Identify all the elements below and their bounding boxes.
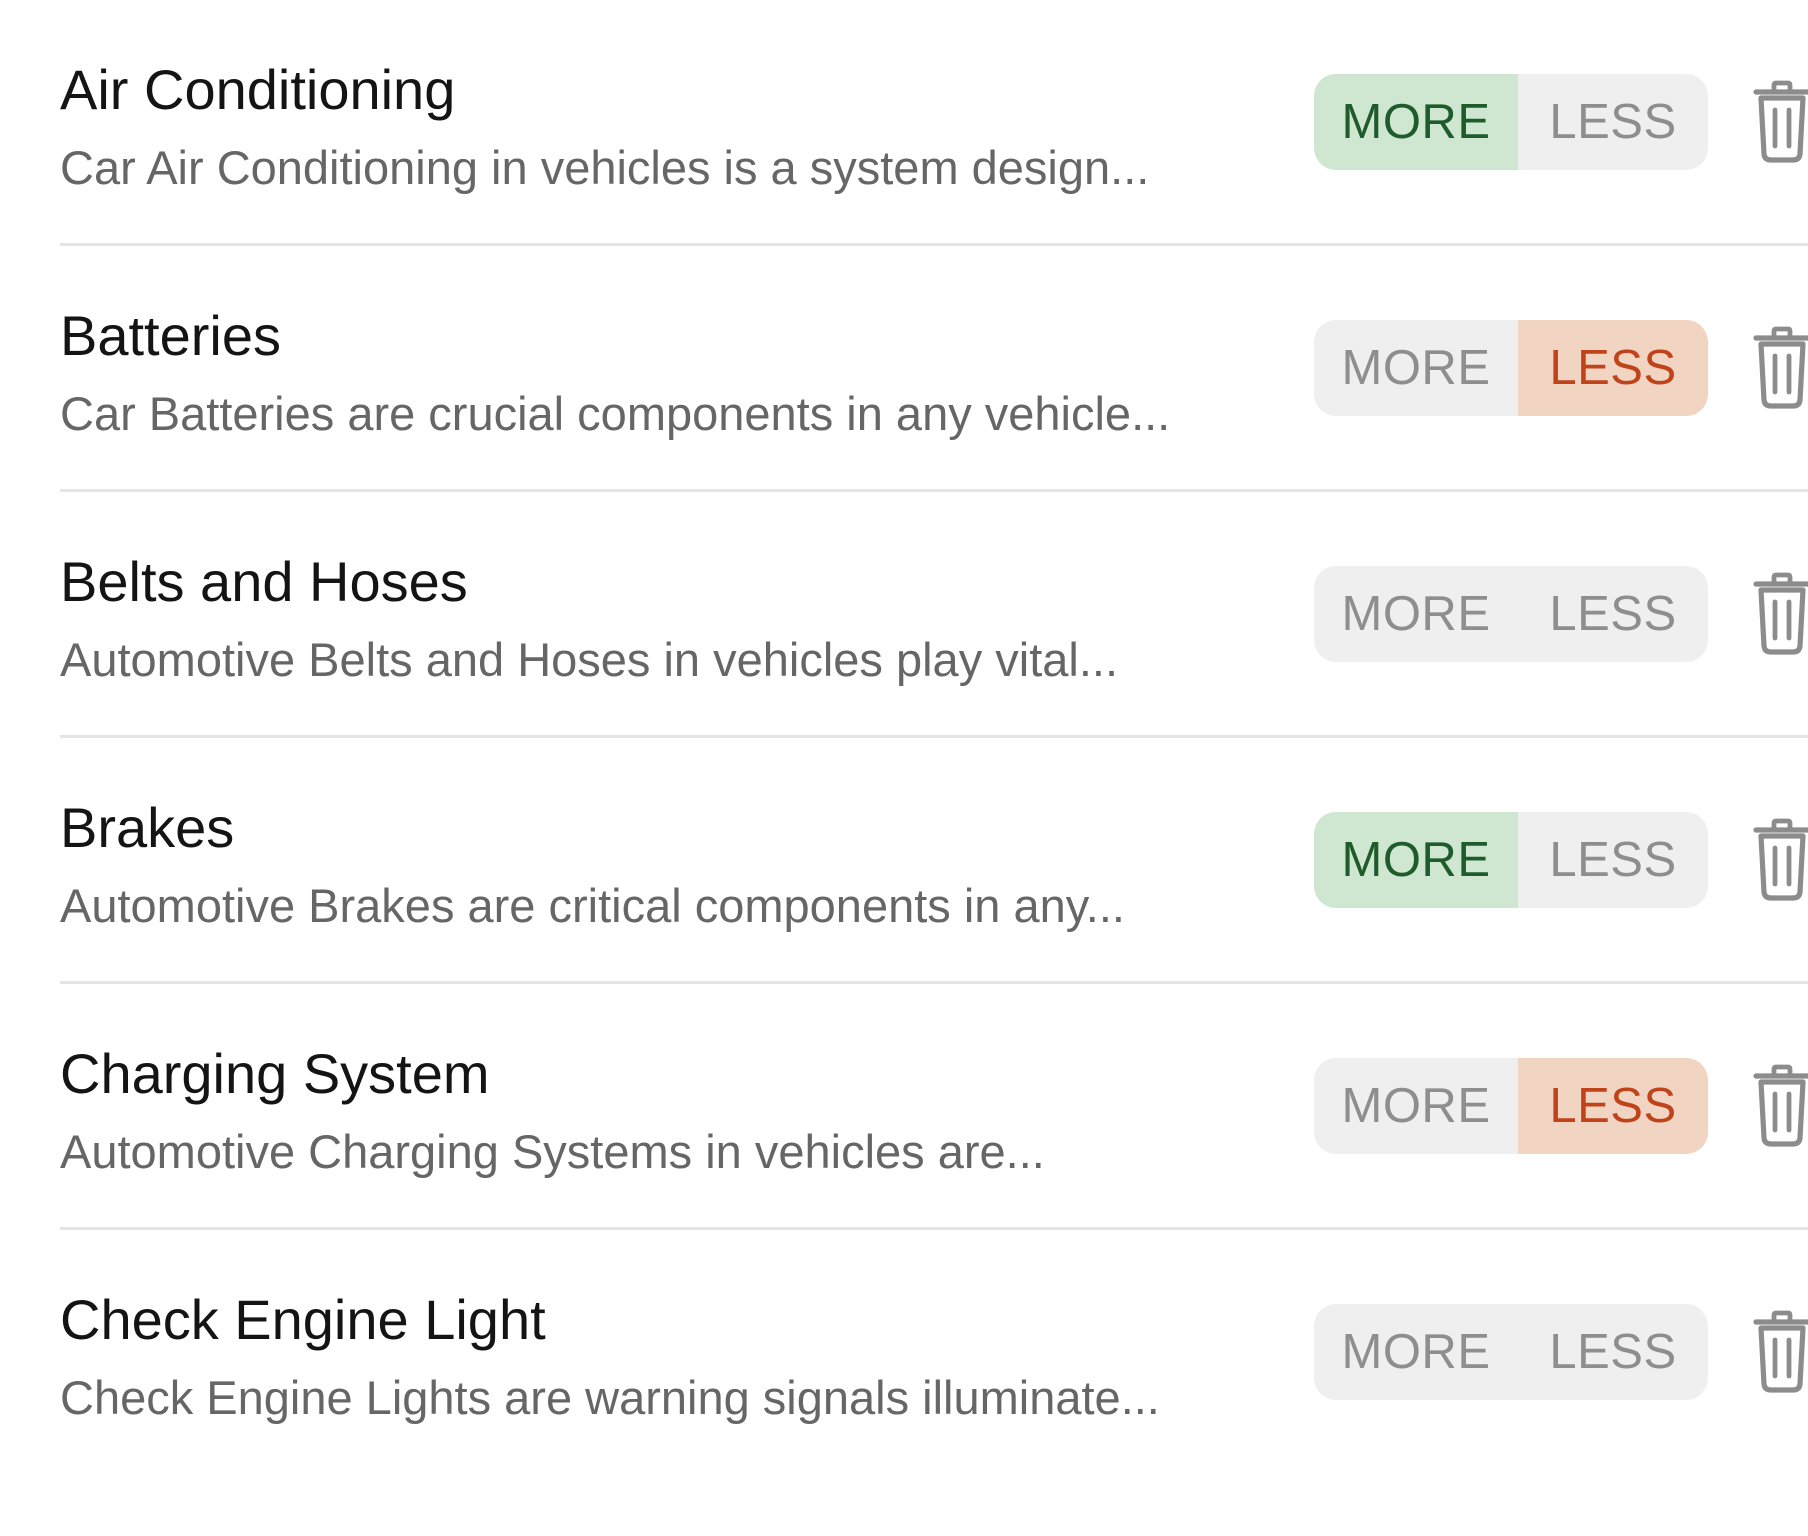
- more-less-toggle: MORE LESS: [1314, 1058, 1708, 1154]
- more-button[interactable]: MORE: [1314, 566, 1518, 662]
- trash-icon[interactable]: [1752, 1310, 1808, 1394]
- more-button[interactable]: MORE: [1314, 1058, 1518, 1154]
- list-item: Air Conditioning Car Air Conditioning in…: [60, 0, 1808, 246]
- item-description: Car Air Conditioning in vehicles is a sy…: [60, 141, 1150, 194]
- more-button[interactable]: MORE: [1314, 812, 1518, 908]
- trash-icon[interactable]: [1752, 572, 1808, 656]
- more-less-toggle: MORE LESS: [1314, 74, 1708, 170]
- item-description: Automotive Brakes are critical component…: [60, 879, 1125, 932]
- more-less-toggle: MORE LESS: [1314, 566, 1708, 662]
- item-description: Automotive Charging Systems in vehicles …: [60, 1125, 1045, 1178]
- less-button[interactable]: LESS: [1518, 1058, 1708, 1154]
- less-button[interactable]: LESS: [1518, 74, 1708, 170]
- trash-icon[interactable]: [1752, 818, 1808, 902]
- list-item: Batteries Car Batteries are crucial comp…: [60, 246, 1808, 492]
- more-button[interactable]: MORE: [1314, 1304, 1518, 1400]
- item-title: Check Engine Light: [60, 1288, 546, 1351]
- less-button[interactable]: LESS: [1518, 1304, 1708, 1400]
- item-title: Brakes: [60, 796, 235, 859]
- list-item: Belts and Hoses Automotive Belts and Hos…: [60, 492, 1808, 738]
- less-button[interactable]: LESS: [1518, 320, 1708, 416]
- item-description: Car Batteries are crucial components in …: [60, 387, 1171, 440]
- less-button[interactable]: LESS: [1518, 566, 1708, 662]
- item-description: Automotive Belts and Hoses in vehicles p…: [60, 633, 1119, 686]
- item-title: Belts and Hoses: [60, 550, 468, 613]
- list-item: Brakes Automotive Brakes are critical co…: [60, 738, 1808, 984]
- item-title: Batteries: [60, 304, 281, 367]
- more-less-toggle: MORE LESS: [1314, 1304, 1708, 1400]
- trash-icon[interactable]: [1752, 1064, 1808, 1148]
- trash-icon[interactable]: [1752, 326, 1808, 410]
- more-button[interactable]: MORE: [1314, 320, 1518, 416]
- trash-icon[interactable]: [1752, 80, 1808, 164]
- list-item: Check Engine Light Check Engine Lights a…: [60, 1230, 1808, 1476]
- more-button[interactable]: MORE: [1314, 74, 1518, 170]
- less-button[interactable]: LESS: [1518, 812, 1708, 908]
- item-description: Check Engine Lights are warning signals …: [60, 1371, 1160, 1424]
- more-less-toggle: MORE LESS: [1314, 320, 1708, 416]
- item-title: Charging System: [60, 1042, 490, 1105]
- item-title: Air Conditioning: [60, 58, 456, 121]
- more-less-toggle: MORE LESS: [1314, 812, 1708, 908]
- list-item: Charging System Automotive Charging Syst…: [60, 984, 1808, 1230]
